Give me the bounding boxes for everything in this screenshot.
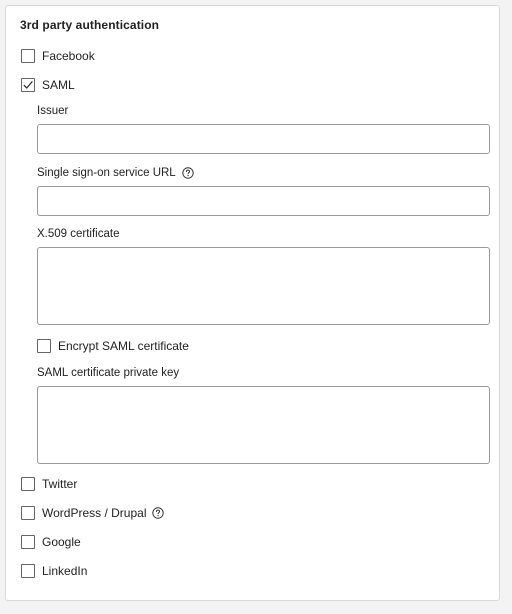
auth-settings-panel: 3rd party authentication Facebook SAML I… (5, 5, 500, 601)
facebook-option[interactable]: Facebook (21, 48, 95, 64)
encrypt-label: Encrypt SAML certificate (58, 339, 189, 353)
certificate-textarea[interactable] (37, 247, 490, 325)
google-checkbox[interactable] (21, 535, 35, 549)
linkedin-checkbox[interactable] (21, 564, 35, 578)
wordpress-label: WordPress / Drupal (42, 506, 147, 520)
twitter-checkbox[interactable] (21, 477, 35, 491)
sso-url-input[interactable] (37, 186, 490, 216)
wordpress-option[interactable]: WordPress / Drupal (21, 505, 165, 521)
certificate-label: X.509 certificate (37, 228, 119, 240)
help-circle-icon[interactable] (182, 167, 194, 179)
sso-url-label: Single sign-on service URL (37, 167, 194, 179)
saml-option[interactable]: SAML (21, 77, 75, 93)
wordpress-checkbox[interactable] (21, 506, 35, 520)
help-circle-icon[interactable] (152, 507, 165, 519)
section-title: 3rd party authentication (20, 18, 160, 32)
google-label: Google (42, 535, 81, 549)
linkedin-option[interactable]: LinkedIn (21, 563, 87, 579)
issuer-label-text: Issuer (37, 105, 69, 117)
twitter-option[interactable]: Twitter (21, 476, 77, 492)
facebook-label: Facebook (42, 49, 95, 63)
issuer-label: Issuer (37, 105, 68, 117)
encrypt-checkbox[interactable] (37, 339, 51, 353)
saml-checkbox[interactable] (21, 78, 35, 92)
saml-label: SAML (42, 78, 75, 92)
twitter-label: Twitter (42, 477, 78, 491)
encrypt-option[interactable]: Encrypt SAML certificate (37, 338, 189, 354)
google-option[interactable]: Google (21, 534, 81, 550)
private-key-label-text: SAML certificate private key (37, 367, 180, 379)
facebook-checkbox[interactable] (21, 49, 35, 63)
private-key-label: SAML certificate private key (37, 367, 179, 379)
certificate-label-text: X.509 certificate (37, 228, 120, 240)
private-key-textarea[interactable] (37, 386, 490, 464)
linkedin-label: LinkedIn (42, 564, 88, 578)
issuer-input[interactable] (37, 124, 490, 154)
sso-url-label-text: Single sign-on service URL (37, 167, 176, 179)
checkmark-icon (23, 81, 33, 89)
